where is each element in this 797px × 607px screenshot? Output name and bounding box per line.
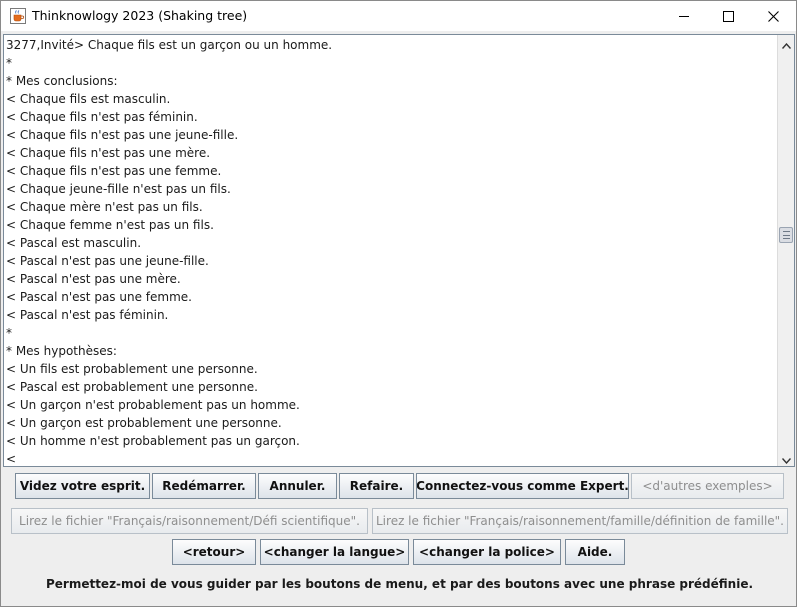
output-line: < xyxy=(6,452,17,466)
redo-button[interactable]: Refaire. xyxy=(339,473,414,499)
back-button[interactable]: <retour> xyxy=(172,539,256,565)
close-button[interactable] xyxy=(750,1,796,31)
change-font-button[interactable]: <changer la police> xyxy=(413,539,561,565)
output-line: < Pascal n'est pas une jeune-fille. xyxy=(6,254,209,268)
output-line: 3277,Invité> Chaque fils est un garçon o… xyxy=(6,38,333,52)
clear-mind-button[interactable]: Videz votre esprit. xyxy=(15,473,150,499)
output-line: < Chaque fils n'est pas une femme. xyxy=(6,164,222,178)
guidance-text: Permettez-moi de vous guider par les bou… xyxy=(45,577,754,591)
output-line: < Chaque fils n'est pas une mère. xyxy=(6,146,211,160)
scroll-up-button[interactable] xyxy=(778,35,794,51)
java-cup-icon xyxy=(10,8,26,24)
output-line: < Pascal n'est pas une mère. xyxy=(6,272,181,286)
output-text-area[interactable]: 3277,Invité> Chaque fils est un garçon o… xyxy=(3,34,795,467)
window-title: Thinknowlogy 2023 (Shaking tree) xyxy=(32,8,248,23)
app-window: Thinknowlogy 2023 (Shaking tree) 3277,In… xyxy=(0,0,797,607)
output-line: < Chaque femme n'est pas un fils. xyxy=(6,218,214,232)
title-bar: Thinknowlogy 2023 (Shaking tree) xyxy=(1,1,796,31)
output-line: < Un garçon est probablement une personn… xyxy=(6,416,282,430)
scroll-thumb[interactable] xyxy=(779,227,793,244)
read-file-family-definition-button[interactable]: Lirez le fichier "Français/raisonnement/… xyxy=(372,508,788,534)
more-examples-button[interactable]: <d'autres exemples> xyxy=(631,473,784,499)
output-line: < Pascal est probablement une personne. xyxy=(6,380,258,394)
read-file-scientific-challenge-button[interactable]: Lirez le fichier "Français/raisonnement/… xyxy=(11,508,368,534)
output-line: < Chaque mère n'est pas un fils. xyxy=(6,200,203,214)
scroll-down-button[interactable] xyxy=(778,450,794,466)
vertical-scrollbar[interactable] xyxy=(777,35,794,466)
output-line: < Pascal est masculin. xyxy=(6,236,142,250)
minimize-button[interactable] xyxy=(661,1,707,31)
output-line: * xyxy=(6,326,12,340)
expert-login-button[interactable]: Connectez-vous comme Expert. xyxy=(416,473,629,499)
grip-icon xyxy=(783,231,790,240)
help-button[interactable]: Aide. xyxy=(565,539,625,565)
output-line: * Mes hypothèses: xyxy=(6,344,117,358)
output-line: < Chaque fils n'est pas féminin. xyxy=(6,110,198,124)
restart-button[interactable]: Redémarrer. xyxy=(152,473,256,499)
change-language-button[interactable]: <changer la langue> xyxy=(260,539,409,565)
output-line: < Un homme n'est probablement pas un gar… xyxy=(6,434,300,448)
output-line: < Un garçon n'est probablement pas un ho… xyxy=(6,398,300,412)
output-line: < Chaque fils n'est pas une jeune-fille. xyxy=(6,128,239,142)
close-icon xyxy=(767,7,779,26)
minimize-icon xyxy=(678,7,690,26)
maximize-button[interactable] xyxy=(705,1,751,31)
maximize-icon xyxy=(722,7,734,26)
output-line: * Mes conclusions: xyxy=(6,74,118,88)
chevron-down-icon xyxy=(781,449,791,467)
chevron-up-icon xyxy=(781,35,791,53)
output-line: < Pascal n'est pas féminin. xyxy=(6,308,169,322)
output-line: < Chaque jeune-fille n'est pas un fils. xyxy=(6,182,231,196)
undo-button[interactable]: Annuler. xyxy=(258,473,337,499)
output-line: < Pascal n'est pas une femme. xyxy=(6,290,192,304)
output-line: < Chaque fils est masculin. xyxy=(6,92,171,106)
output-lines: 3277,Invité> Chaque fils est un garçon o… xyxy=(6,36,776,466)
output-line: < Un fils est probablement une personne. xyxy=(6,362,258,376)
output-line: * xyxy=(6,56,12,70)
